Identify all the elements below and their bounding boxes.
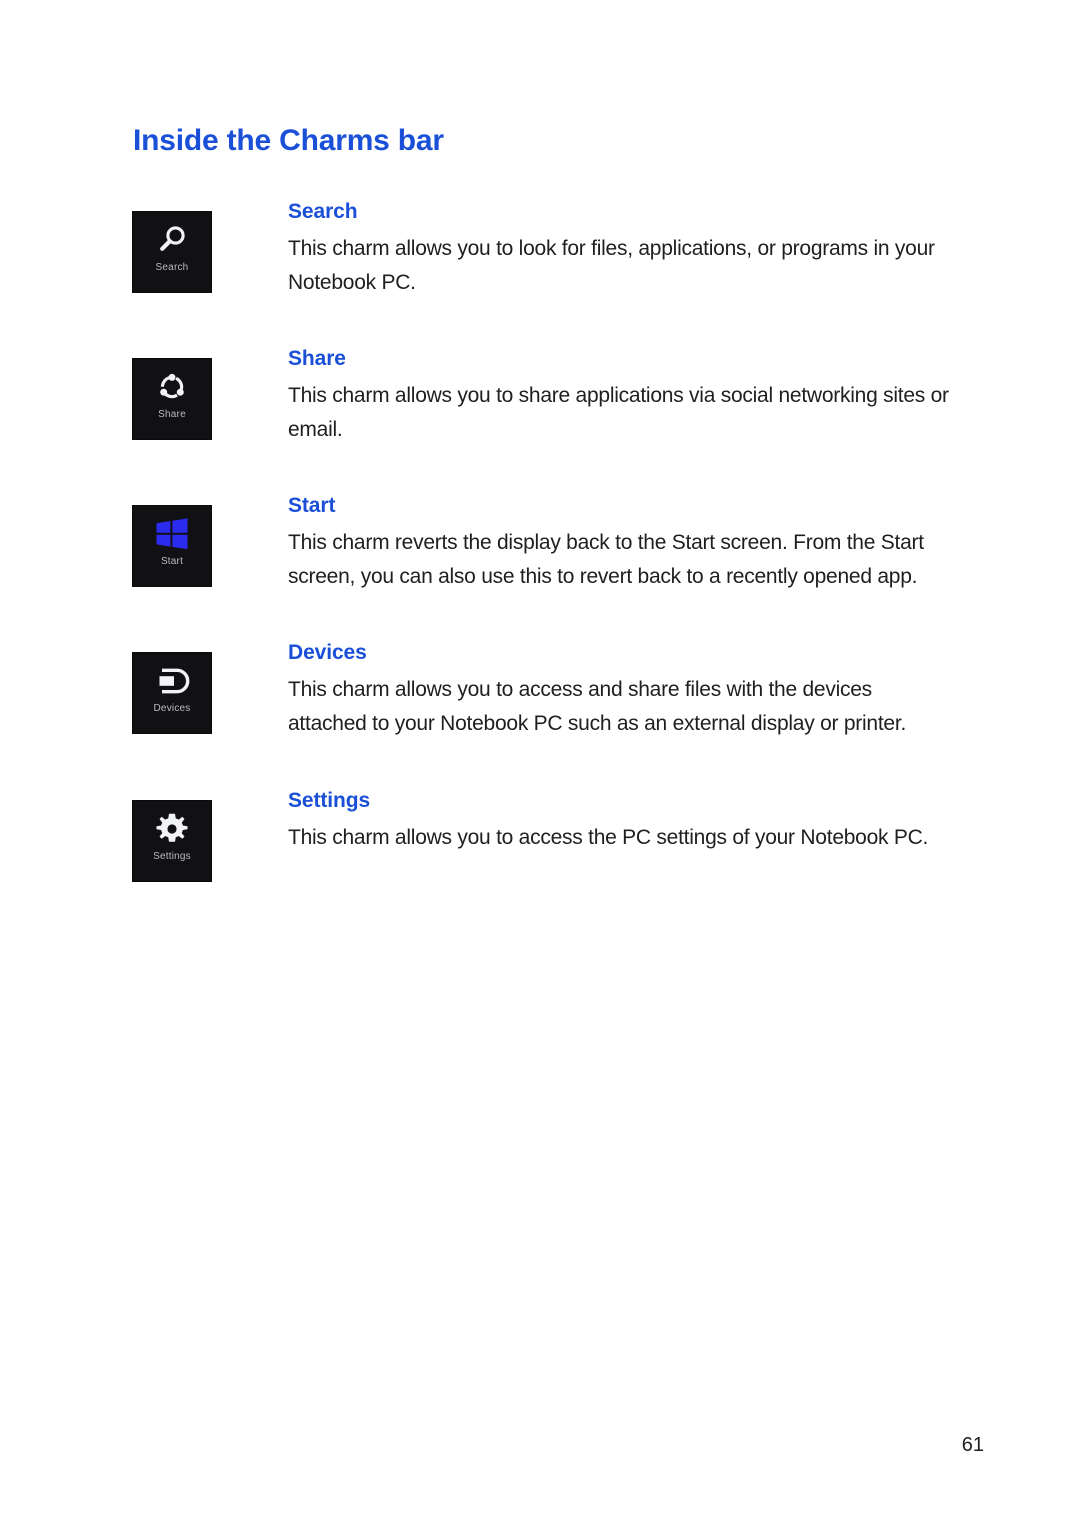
charm-tile-cell-search: Search <box>0 200 288 292</box>
charm-heading-share: Share <box>288 347 346 371</box>
charm-tile-label-start: Start <box>160 556 184 568</box>
charm-entry-settings: Settings Settings This charm allows you … <box>0 789 1080 881</box>
charm-tile-start[interactable]: Start <box>133 506 211 587</box>
windows-start-icon <box>133 506 211 556</box>
charms-list: Search Search This charm allows you to l… <box>0 200 1080 881</box>
charm-tile-share[interactable]: Share <box>133 359 211 440</box>
charm-description-search: This charm allows you to look for files,… <box>288 237 935 295</box>
share-icon <box>133 359 211 409</box>
charm-tile-settings[interactable]: Settings <box>133 800 211 881</box>
charm-heading-devices: Devices <box>288 641 367 665</box>
page-number: 61 <box>961 1434 984 1456</box>
charm-text-share: Share This charm allows you to share app… <box>288 347 1080 447</box>
search-icon <box>133 212 211 262</box>
charm-description-devices: This charm allows you to access and shar… <box>288 678 907 736</box>
charm-tile-cell-settings: Settings <box>0 789 288 881</box>
page-title: Inside the Charms bar <box>133 124 444 157</box>
document-page: Inside the Charms bar Search Search This… <box>0 0 1080 1522</box>
charm-entry-devices: Devices Devices This charm allows you to… <box>0 641 1080 741</box>
charm-text-devices: Devices This charm allows you to access … <box>288 641 1080 741</box>
charm-tile-label-share: Share <box>158 409 186 421</box>
charm-tile-cell-devices: Devices <box>0 641 288 734</box>
charm-heading-start: Start <box>288 494 336 518</box>
charm-tile-cell-share: Share <box>0 347 288 440</box>
devices-icon <box>133 653 211 703</box>
charm-heading-search: Search <box>288 200 358 223</box>
charm-description-start: This charm reverts the display back to t… <box>288 531 924 589</box>
charm-tile-cell-start: Start <box>0 494 288 587</box>
settings-gear-icon <box>133 801 211 851</box>
charm-entry-search: Search Search This charm allows you to l… <box>0 200 1080 300</box>
charm-tile-search[interactable]: Search <box>133 212 211 292</box>
charm-tile-devices[interactable]: Devices <box>133 653 211 734</box>
charm-description-share: This charm allows you to share applicati… <box>288 384 949 442</box>
charm-description-settings: This charm allows you to access the PC s… <box>288 825 929 849</box>
charm-tile-label-search: Search <box>155 262 189 273</box>
charm-tile-label-settings: Settings <box>153 850 191 862</box>
charm-text-settings: Settings This charm allows you to access… <box>288 789 1080 855</box>
charm-text-search: Search This charm allows you to look for… <box>288 200 1080 300</box>
charm-entry-share: Share Share This charm allows you to sha… <box>0 347 1080 447</box>
charm-text-start: Start This charm reverts the display bac… <box>288 494 1080 594</box>
charm-tile-label-devices: Devices <box>153 703 191 715</box>
charm-heading-settings: Settings <box>288 788 371 812</box>
charm-entry-start: Start Start This charm reverts the displ… <box>0 494 1080 594</box>
